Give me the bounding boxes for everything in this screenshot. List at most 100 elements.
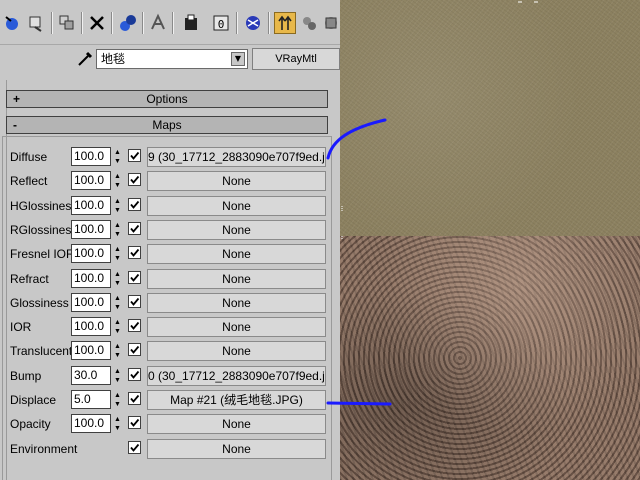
spinner-down-icon[interactable]: ▼: [113, 254, 122, 263]
go-to-parent-icon[interactable]: [274, 12, 296, 34]
amount-spinner[interactable]: ▲ ▼: [113, 270, 122, 288]
amount-spinner[interactable]: ▲ ▼: [113, 172, 122, 190]
spinner-up-icon[interactable]: ▲: [113, 148, 122, 157]
amount-spinner[interactable]: ▲ ▼: [113, 415, 122, 433]
spinner-up-icon[interactable]: ▲: [113, 221, 122, 230]
amount-spinner[interactable]: ▲ ▼: [113, 245, 122, 263]
map-slot-button[interactable]: None: [147, 341, 326, 361]
map-enabled-checkbox[interactable]: [128, 441, 141, 454]
get-material-icon[interactable]: [2, 12, 24, 34]
material-effects-channel-icon[interactable]: 0: [210, 12, 232, 34]
spinner-down-icon[interactable]: ▼: [113, 206, 122, 215]
options-rollout-header[interactable]: + Options: [6, 90, 328, 108]
map-enabled-checkbox[interactable]: [128, 343, 141, 356]
maps-rollout-header[interactable]: - Maps: [6, 116, 328, 134]
map-slot-button[interactable]: 0 (30_17712_2883090e707f9ed.jpg): [147, 366, 326, 386]
material-id-icon[interactable]: [147, 12, 169, 34]
map-slot-button[interactable]: None: [147, 196, 326, 216]
spinner-up-icon[interactable]: ▲: [113, 197, 122, 206]
map-enabled-checkbox[interactable]: [128, 416, 141, 429]
amount-spinner[interactable]: ▲ ▼: [113, 221, 122, 239]
map-enabled-checkbox[interactable]: [128, 246, 141, 259]
put-to-scene-icon[interactable]: [26, 12, 48, 34]
spinner-up-icon[interactable]: ▲: [113, 367, 122, 376]
toolbar-separator: [51, 12, 53, 34]
pick-material-from-object-icon[interactable]: [76, 50, 94, 68]
spinner-down-icon[interactable]: ▼: [113, 351, 122, 360]
map-enabled-checkbox[interactable]: [128, 295, 141, 308]
make-unique-icon[interactable]: [117, 12, 139, 34]
spinner-up-icon[interactable]: ▲: [113, 391, 122, 400]
map-amount-field[interactable]: 100.0: [71, 414, 111, 433]
map-amount-field[interactable]: 100.0: [71, 341, 111, 360]
material-type-button[interactable]: VRayMtl: [252, 48, 340, 70]
spinner-down-icon[interactable]: ▼: [113, 424, 122, 433]
show-end-result-icon[interactable]: [242, 12, 264, 34]
map-slot-button[interactable]: None: [147, 414, 326, 434]
spinner-up-icon[interactable]: ▲: [113, 415, 122, 424]
spinner-down-icon[interactable]: ▼: [113, 303, 122, 312]
rollout-title: Maps: [152, 118, 182, 132]
material-name-dropdown[interactable]: 地毯 ▼: [96, 49, 248, 69]
map-slot-button[interactable]: None: [147, 293, 326, 313]
assign-material-icon[interactable]: [56, 12, 78, 34]
map-enabled-checkbox[interactable]: [128, 271, 141, 284]
map-amount-field[interactable]: 100.0: [71, 220, 111, 239]
map-enabled-checkbox[interactable]: [128, 319, 141, 332]
map-enabled-checkbox[interactable]: [128, 368, 141, 381]
amount-spinner[interactable]: ▲ ▼: [113, 391, 122, 409]
map-slot-button[interactable]: None: [147, 220, 326, 240]
map-slot-button[interactable]: None: [147, 439, 326, 459]
spinner-down-icon[interactable]: ▼: [113, 376, 122, 385]
checkmark-icon: [130, 418, 140, 427]
amount-spinner[interactable]: ▲ ▼: [113, 197, 122, 215]
spinner-up-icon[interactable]: ▲: [113, 342, 122, 351]
map-slot-button[interactable]: Map #21 (绒毛地毯.JPG): [147, 390, 326, 410]
spinner-up-icon[interactable]: ▲: [113, 270, 122, 279]
spinner-up-icon[interactable]: ▲: [113, 294, 122, 303]
spinner-up-icon[interactable]: ▲: [113, 318, 122, 327]
map-amount-field[interactable]: 100.0: [71, 147, 111, 166]
map-enabled-checkbox[interactable]: [128, 173, 141, 186]
delete-icon[interactable]: [86, 12, 108, 34]
map-amount-field[interactable]: 100.0: [71, 171, 111, 190]
map-slot-button[interactable]: None: [147, 269, 326, 289]
checkmark-icon: [130, 273, 140, 282]
map-amount-field[interactable]: 100.0: [71, 293, 111, 312]
map-slot-button[interactable]: None: [147, 171, 326, 191]
go-forward-to-sibling-icon[interactable]: [298, 12, 320, 34]
amount-spinner[interactable]: ▲ ▼: [113, 367, 122, 385]
spinner-up-icon[interactable]: ▲: [113, 245, 122, 254]
amount-spinner[interactable]: ▲ ▼: [113, 342, 122, 360]
map-enabled-checkbox[interactable]: [128, 149, 141, 162]
amount-spinner[interactable]: ▲ ▼: [113, 318, 122, 336]
map-amount-field[interactable]: 5.0: [71, 390, 111, 409]
selection-brackets: [341, 1, 538, 240]
amount-spinner[interactable]: ▲ ▼: [113, 294, 122, 312]
spinner-down-icon[interactable]: ▼: [113, 400, 122, 409]
checkmark-icon: [130, 443, 140, 452]
map-slot-button[interactable]: None: [147, 317, 326, 337]
map-amount-field[interactable]: 100.0: [71, 244, 111, 263]
spinner-up-icon[interactable]: ▲: [113, 172, 122, 181]
map-enabled-checkbox[interactable]: [128, 222, 141, 235]
map-enabled-checkbox[interactable]: [128, 198, 141, 211]
material-preview-viewport: [340, 0, 640, 480]
map-enabled-checkbox[interactable]: [128, 392, 141, 405]
amount-spinner[interactable]: ▲ ▼: [113, 148, 122, 166]
spinner-down-icon[interactable]: ▼: [113, 157, 122, 166]
select-by-material-icon[interactable]: [320, 12, 340, 34]
map-label: Translucent: [10, 344, 73, 358]
map-amount-field[interactable]: 100.0: [71, 196, 111, 215]
map-slot-button[interactable]: None: [147, 244, 326, 264]
map-amount-field[interactable]: 100.0: [71, 317, 111, 336]
map-amount-field[interactable]: 100.0: [71, 269, 111, 288]
spinner-down-icon[interactable]: ▼: [113, 181, 122, 190]
spinner-down-icon[interactable]: ▼: [113, 279, 122, 288]
spinner-down-icon[interactable]: ▼: [113, 230, 122, 239]
spinner-down-icon[interactable]: ▼: [113, 327, 122, 336]
map-slot-button[interactable]: 9 (30_17712_2883090e707f9ed.jpg): [147, 147, 326, 167]
map-amount-field[interactable]: 30.0: [71, 366, 111, 385]
chevron-down-icon[interactable]: ▼: [231, 52, 245, 66]
show-map-icon[interactable]: [180, 12, 202, 34]
